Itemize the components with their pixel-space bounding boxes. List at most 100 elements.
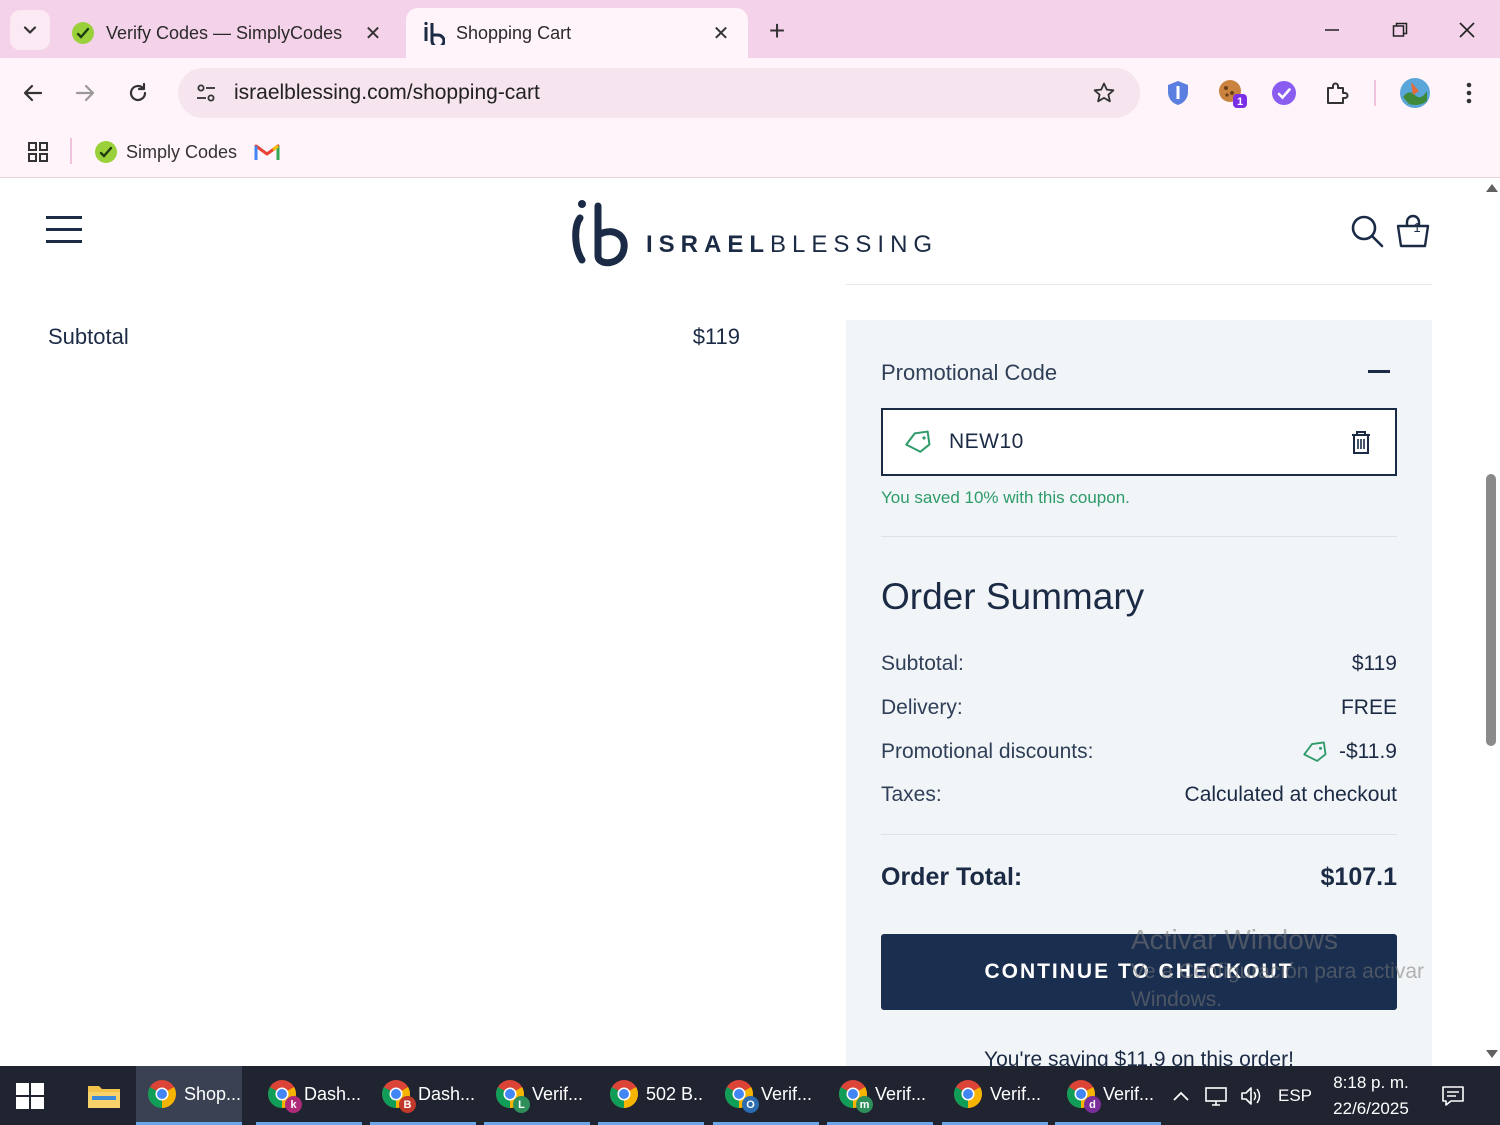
chrome-icon: B bbox=[380, 1078, 416, 1113]
network-icon[interactable] bbox=[1200, 1066, 1234, 1125]
total-label: Order Total: bbox=[881, 862, 1023, 891]
tab-strip: Verify Codes — SimplyCodes ✕ Shopping Ca… bbox=[0, 0, 1500, 58]
notification-icon[interactable] bbox=[1432, 1066, 1474, 1125]
puzzle-icon[interactable] bbox=[1318, 74, 1356, 112]
bookmark-gmail[interactable] bbox=[254, 134, 280, 170]
chrome-icon: m bbox=[837, 1078, 873, 1113]
windows-start-icon[interactable] bbox=[14, 1080, 46, 1112]
bookmark-star-icon[interactable] bbox=[1084, 73, 1124, 113]
profile-icon[interactable] bbox=[1396, 74, 1434, 112]
row-value: -$11.9 bbox=[1339, 740, 1397, 763]
apps-grid-icon[interactable] bbox=[26, 134, 50, 170]
cart-subtotal-label: Subtotal bbox=[48, 324, 129, 349]
close-window-icon[interactable] bbox=[1447, 12, 1487, 48]
chrome-icon: d bbox=[1065, 1078, 1101, 1113]
profile-badge: m bbox=[856, 1096, 873, 1113]
promo-saved-message: You saved 10% with this coupon. bbox=[881, 488, 1130, 507]
extension-badge: 1 bbox=[1237, 96, 1243, 108]
continue-to-checkout-button[interactable]: CONTINUE TO CHECKOUT bbox=[881, 934, 1397, 1010]
scroll-down-arrow-icon[interactable] bbox=[1486, 1050, 1498, 1058]
reload-icon[interactable] bbox=[118, 73, 158, 113]
taskbar-app-label: Dash... bbox=[304, 1083, 362, 1104]
saving-note: You're saving $11.9 on this order! bbox=[984, 1048, 1294, 1066]
file-explorer-icon[interactable] bbox=[84, 1078, 124, 1114]
show-hidden-icons-icon[interactable] bbox=[1166, 1066, 1196, 1125]
tab-title: Verify Codes — SimplyCodes bbox=[106, 22, 343, 43]
language-indicator[interactable]: ESP bbox=[1272, 1066, 1318, 1125]
profile-badge: B bbox=[399, 1096, 416, 1113]
chrome-icon bbox=[146, 1078, 178, 1110]
chrome-icon bbox=[952, 1078, 984, 1110]
hamburger-menu-icon[interactable] bbox=[46, 216, 84, 246]
site-info-icon[interactable] bbox=[182, 73, 230, 113]
taskbar-app-chrome[interactable]: L Verif... bbox=[484, 1066, 590, 1125]
summary-row-promo-discounts: Promotional discounts: -$11.9 bbox=[881, 736, 1397, 768]
promo-code-value: NEW10 bbox=[949, 430, 1024, 453]
promo-code-heading: Promotional Code bbox=[881, 360, 1058, 385]
url-text: israelblessing.com/shopping-cart bbox=[234, 81, 540, 104]
taskbar-app-label: Verif... bbox=[1103, 1083, 1155, 1104]
taskbar-app-chrome[interactable]: k Dash... bbox=[256, 1066, 362, 1125]
shield-icon[interactable] bbox=[1159, 74, 1197, 112]
tab-verify-codes[interactable]: Verify Codes — SimplyCodes ✕ bbox=[56, 8, 400, 58]
tag-icon bbox=[1303, 741, 1327, 762]
taskbar-app-chrome[interactable]: m Verif... bbox=[827, 1066, 933, 1125]
profile-badge: O bbox=[742, 1096, 759, 1113]
summary-row-subtotal: Subtotal: $119 bbox=[881, 648, 1397, 680]
summary-row-delivery: Delivery: FREE bbox=[881, 692, 1397, 724]
system-clock[interactable]: 8:18 p. m. 22/6/2025 bbox=[1320, 1070, 1422, 1122]
taskbar-app-chrome[interactable]: Shop... bbox=[136, 1066, 242, 1125]
forward-icon[interactable] bbox=[65, 73, 105, 113]
scroll-up-arrow-icon[interactable] bbox=[1486, 184, 1498, 192]
collapse-minus-icon[interactable] bbox=[1368, 370, 1390, 373]
cookie-icon[interactable]: 1 bbox=[1213, 74, 1251, 112]
web-page: ISRAELBLESSING 1 Subtotal $119 Promotion… bbox=[0, 178, 1500, 1066]
search-icon[interactable] bbox=[1348, 212, 1386, 250]
taskbar-app-chrome[interactable]: B Dash... bbox=[370, 1066, 476, 1125]
logo-light: BLESSING bbox=[770, 231, 939, 258]
israelblessing-logo-mark-icon bbox=[572, 200, 628, 267]
simplycodes-icon bbox=[95, 141, 117, 163]
row-value: $119 bbox=[1351, 652, 1397, 675]
tab-shopping-cart[interactable]: Shopping Cart ✕ bbox=[406, 8, 748, 58]
taskbar-app-label: Verif... bbox=[761, 1083, 813, 1104]
close-tab-icon[interactable]: ✕ bbox=[360, 20, 386, 46]
summary-row-taxes: Taxes: Calculated at checkout bbox=[881, 779, 1397, 811]
order-summary-panel: Promotional Code NEW10 You saved 10% wit… bbox=[846, 320, 1432, 1066]
tab-title: Shopping Cart bbox=[456, 22, 572, 43]
volume-icon[interactable] bbox=[1236, 1066, 1266, 1125]
bookmark-label: Simply Codes bbox=[126, 141, 238, 162]
minimize-icon[interactable] bbox=[1312, 12, 1352, 48]
taskbar-app-chrome[interactable]: Verif... bbox=[942, 1066, 1048, 1125]
back-icon[interactable] bbox=[13, 73, 53, 113]
tab-search-button[interactable] bbox=[10, 10, 50, 50]
row-value: Calculated at checkout bbox=[1184, 783, 1397, 806]
kebab-menu-icon[interactable] bbox=[1450, 74, 1488, 112]
row-label: Subtotal: bbox=[881, 652, 964, 675]
vertical-scrollbar[interactable] bbox=[1482, 178, 1500, 1066]
taskbar-app-chrome[interactable]: O Verif... bbox=[713, 1066, 819, 1125]
bookmarks-bar: Simply Codes bbox=[0, 128, 1500, 178]
profile-badge: L bbox=[513, 1096, 530, 1113]
extension-icon[interactable] bbox=[1265, 74, 1303, 112]
address-bar[interactable]: israelblessing.com/shopping-cart bbox=[178, 68, 1140, 118]
taskbar-app-label: Verif... bbox=[990, 1083, 1042, 1104]
chevron-down-icon bbox=[23, 26, 37, 34]
taskbar-app-chrome[interactable]: 502 B... bbox=[598, 1066, 704, 1125]
taskbar-app-label: Verif... bbox=[532, 1083, 584, 1104]
new-tab-plus-icon[interactable]: + bbox=[760, 14, 794, 48]
taskbar-app-chrome[interactable]: d Verif... bbox=[1055, 1066, 1161, 1125]
tag-icon bbox=[905, 430, 931, 453]
clock-time: 8:18 p. m. bbox=[1333, 1073, 1409, 1092]
close-tab-icon[interactable]: ✕ bbox=[708, 20, 734, 46]
trash-icon[interactable] bbox=[1347, 428, 1375, 456]
logo-bold: ISRAEL bbox=[646, 231, 771, 258]
bookmark-simply-codes[interactable]: Simply Codes bbox=[94, 134, 237, 170]
site-logo[interactable]: ISRAELBLESSING bbox=[570, 198, 938, 268]
restore-icon[interactable] bbox=[1380, 12, 1420, 48]
chrome-icon: L bbox=[494, 1078, 530, 1113]
summary-row-total: Order Total: $107.1 bbox=[881, 861, 1397, 893]
chrome-icon: k bbox=[266, 1078, 302, 1113]
simplycodes-icon bbox=[70, 20, 96, 46]
scrollbar-thumb[interactable] bbox=[1486, 474, 1496, 746]
